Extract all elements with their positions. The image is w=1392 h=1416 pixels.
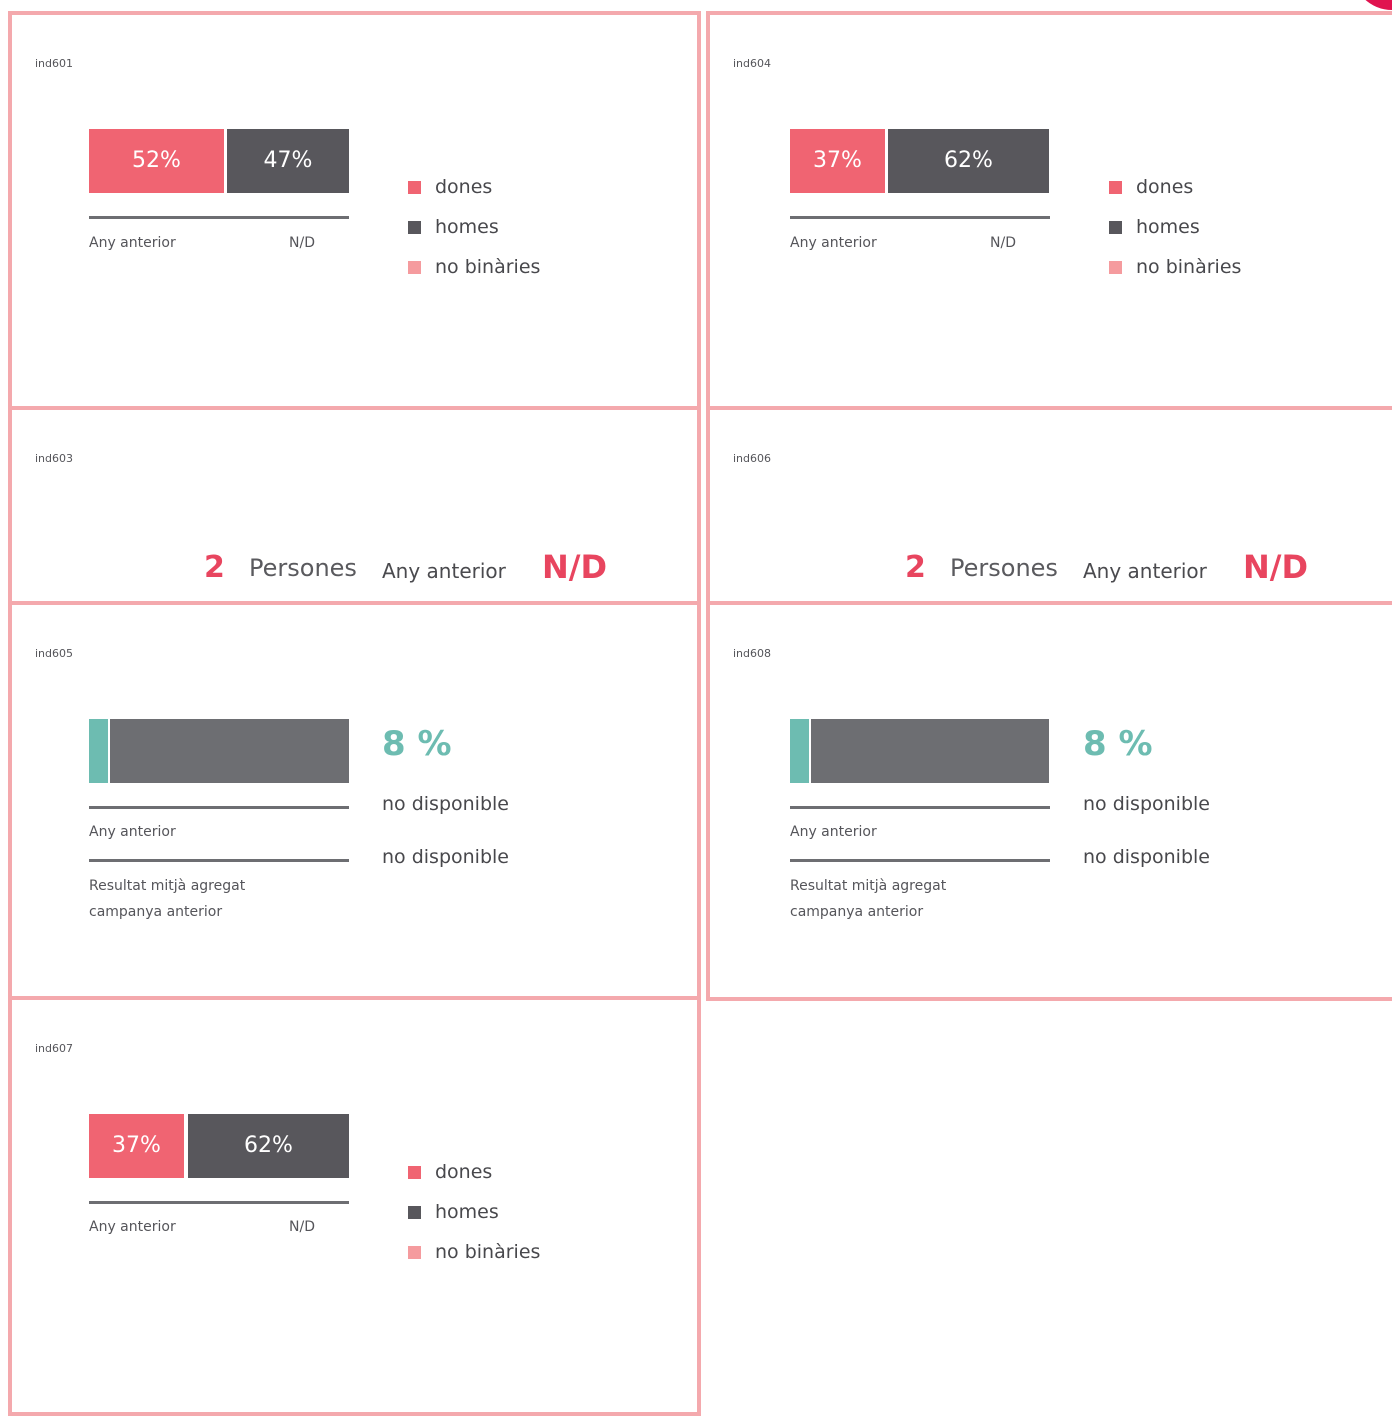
corner-badge <box>1352 0 1392 10</box>
legend: dones homes no binàries <box>408 1152 540 1272</box>
swatch-women <box>408 1165 421 1179</box>
legend-men: homes <box>408 207 540 247</box>
bar-men: 62% <box>188 1114 349 1178</box>
legend-label: dones <box>435 176 493 198</box>
prev-year-value: N/D <box>542 548 608 586</box>
bar-value <box>790 719 809 783</box>
legend: dones homes no binàries <box>1109 167 1241 287</box>
swatch-nonbinary <box>1109 260 1122 274</box>
indicator-id: ind605 <box>35 647 74 660</box>
prev-rule <box>790 216 1050 219</box>
aggregate-rule <box>790 859 1050 862</box>
legend-label: homes <box>1136 216 1200 238</box>
indicator-id: ind607 <box>35 1042 74 1055</box>
indicator-id: ind604 <box>733 57 772 70</box>
indicator-id: ind603 <box>35 452 74 465</box>
bar-men: 62% <box>888 129 1049 193</box>
panel-ind604: ind604 37% 62% Any anterior N/D dones ho… <box>706 11 1392 410</box>
persons-label: Persones <box>249 554 357 582</box>
legend: dones homes no binàries <box>408 167 540 287</box>
legend-nonbinary: no binàries <box>408 1232 540 1272</box>
legend-nonbinary: no binàries <box>408 247 540 287</box>
panel-ind603: ind603 2 Persones Any anterior N/D <box>8 406 701 606</box>
legend-nonbinary: no binàries <box>1109 247 1241 287</box>
prev-year-label: Any anterior <box>89 235 176 251</box>
prev-year-label: Any anterior <box>382 559 506 583</box>
legend-label: no binàries <box>435 256 541 278</box>
swatch-nonbinary <box>408 1245 421 1259</box>
aggregate-value: no disponible <box>382 846 509 868</box>
aggregate-label-2: campanya anterior <box>790 904 924 920</box>
prev-rule <box>790 806 1050 809</box>
swatch-women <box>1109 180 1122 194</box>
panel-ind607: ind607 37% 62% Any anterior N/D dones ho… <box>8 996 701 1416</box>
aggregate-value: no disponible <box>1083 846 1210 868</box>
prev-year-label: Any anterior <box>1083 559 1207 583</box>
bar-remainder <box>811 719 1049 783</box>
indicator-id: ind606 <box>733 452 772 465</box>
bar-women: 37% <box>89 1114 184 1178</box>
panel-ind606: ind606 2 Persones Any anterior N/D <box>706 406 1392 606</box>
prev-year-label: Any anterior <box>89 824 176 840</box>
value-percent: 8 % <box>1083 724 1153 764</box>
bar-women: 52% <box>89 129 224 193</box>
legend-women: dones <box>408 167 540 207</box>
prev-year-value: no disponible <box>382 793 509 815</box>
swatch-nonbinary <box>408 260 421 274</box>
swatch-men <box>1109 220 1122 234</box>
indicator-id: ind608 <box>733 647 772 660</box>
bar-value <box>89 719 108 783</box>
prev-year-value: N/D <box>289 235 315 251</box>
prev-year-value: N/D <box>990 235 1016 251</box>
prev-year-value: N/D <box>1243 548 1309 586</box>
legend-label: homes <box>435 216 499 238</box>
persons-label: Persones <box>950 554 1058 582</box>
swatch-men <box>408 220 421 234</box>
legend-label: dones <box>435 1161 493 1183</box>
bar-remainder <box>110 719 349 783</box>
prev-year-label: Any anterior <box>790 235 877 251</box>
legend-label: homes <box>435 1201 499 1223</box>
legend-women: dones <box>408 1152 540 1192</box>
panel-ind601: ind601 52% 47% Any anterior N/D dones ho… <box>8 11 701 410</box>
legend-label: no binàries <box>1136 256 1242 278</box>
legend-men: homes <box>1109 207 1241 247</box>
aggregate-label-2: campanya anterior <box>89 904 223 920</box>
legend-label: dones <box>1136 176 1194 198</box>
aggregate-label-1: Resultat mitjà agregat <box>89 878 246 894</box>
aggregate-rule <box>89 859 349 862</box>
prev-year-value: N/D <box>289 1219 315 1235</box>
swatch-men <box>408 1205 421 1219</box>
panel-ind605: ind605 Any anterior Resultat mitjà agreg… <box>8 601 701 1001</box>
aggregate-label-1: Resultat mitjà agregat <box>790 878 947 894</box>
value-percent: 8 % <box>382 724 452 764</box>
legend-women: dones <box>1109 167 1241 207</box>
legend-men: homes <box>408 1192 540 1232</box>
prev-year-label: Any anterior <box>89 1219 176 1235</box>
person-count: 2 <box>204 550 225 585</box>
bar-men: 47% <box>227 129 349 193</box>
prev-rule <box>89 216 349 219</box>
prev-year-value: no disponible <box>1083 793 1210 815</box>
legend-label: no binàries <box>435 1241 541 1263</box>
bar-women: 37% <box>790 129 885 193</box>
prev-rule <box>89 806 349 809</box>
indicator-id: ind601 <box>35 57 74 70</box>
panel-ind608: ind608 Any anterior Resultat mitjà agreg… <box>706 601 1392 1001</box>
prev-year-label: Any anterior <box>790 824 877 840</box>
swatch-women <box>408 180 421 194</box>
prev-rule <box>89 1201 349 1204</box>
person-count: 2 <box>905 550 926 585</box>
